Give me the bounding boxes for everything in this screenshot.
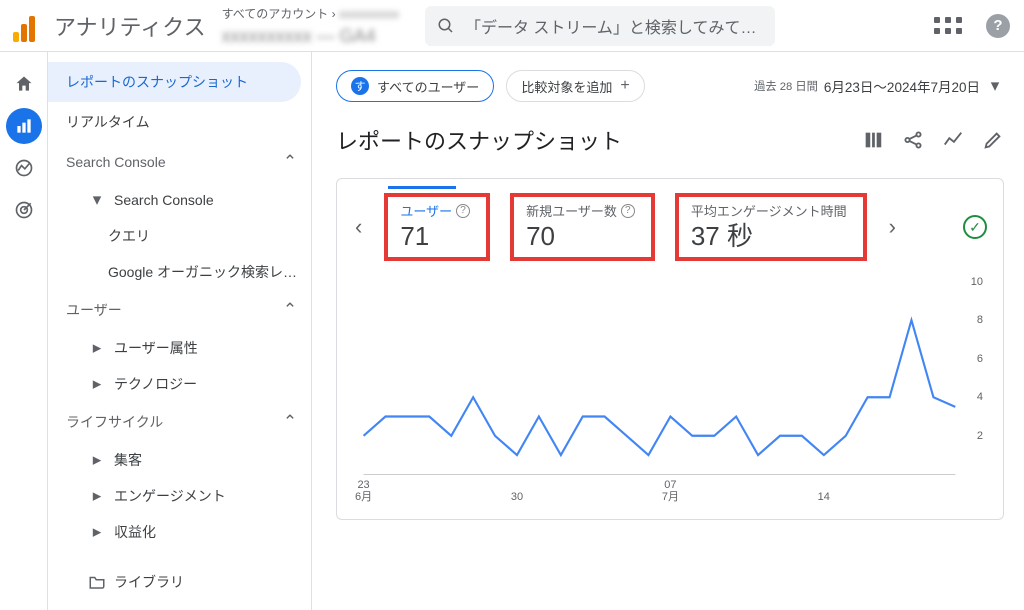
- status-ok-icon[interactable]: ✓: [963, 215, 987, 239]
- caret-right-icon: ▸: [88, 374, 106, 394]
- search-box[interactable]: 「データ ストリーム」と検索してみて…: [425, 6, 775, 46]
- sidebar-item-realtime[interactable]: リアルタイム: [48, 102, 301, 142]
- prev-arrow-icon[interactable]: ‹: [353, 214, 364, 240]
- sidebar-section-lifecycle[interactable]: ライフサイクル⌃: [48, 402, 311, 442]
- sidebar-item-engagement[interactable]: ▸エンゲージメント: [48, 478, 311, 514]
- top-bar: アナリティクス すべてのアカウント › xxxxxxxxxx xxxxxxxxx…: [0, 0, 1024, 52]
- compare-icon[interactable]: [862, 129, 884, 151]
- page-title: レポートのスナップショット: [336, 124, 622, 156]
- users-chart: 246810 236月30077月14: [353, 275, 987, 505]
- sidebar-item-library[interactable]: ライブラリ: [48, 564, 311, 600]
- folder-icon: [88, 573, 106, 591]
- sidebar-item-snapshot[interactable]: レポートのスナップショット: [48, 62, 301, 102]
- metric-new-users[interactable]: 新規ユーザー数? 70: [510, 193, 655, 261]
- plus-icon: +: [620, 77, 629, 95]
- metric-users[interactable]: ユーザー? 71: [384, 193, 490, 261]
- chevron-up-icon: ⌃: [281, 412, 299, 432]
- rail-reports-icon[interactable]: [6, 108, 42, 144]
- chevron-up-icon: ⌃: [281, 152, 299, 172]
- sidebar-item-queries[interactable]: クエリ: [48, 218, 311, 254]
- sidebar-item-organic[interactable]: Google オーガニック検索レ…: [48, 254, 311, 290]
- snapshot-card: ‹ ユーザー? 71 新規ユーザー数? 70 平均エンゲージメント時間 37 秒…: [336, 178, 1004, 520]
- chip-badge: す: [351, 77, 369, 95]
- search-icon: [437, 17, 455, 35]
- left-rail: [0, 52, 48, 610]
- account-selector[interactable]: すべてのアカウント › xxxxxxxxxx xxxxxxxxxx — GA4: [222, 5, 399, 47]
- product-name: アナリティクス: [54, 10, 206, 42]
- caret-right-icon: ▸: [88, 522, 106, 542]
- chip-all-users[interactable]: す すべてのユーザー: [336, 70, 494, 102]
- rail-advertising-icon[interactable]: [6, 192, 42, 228]
- caret-right-icon: ▸: [88, 338, 106, 358]
- sidebar-item-user-attributes[interactable]: ▸ユーザー属性: [48, 330, 311, 366]
- share-icon[interactable]: [902, 129, 924, 151]
- rail-explore-icon[interactable]: [6, 150, 42, 186]
- help-icon[interactable]: ?: [982, 10, 1014, 42]
- sidebar: レポートのスナップショット リアルタイム Search Console⌃ ▾Se…: [48, 52, 312, 610]
- caret-right-icon: ▸: [88, 450, 106, 470]
- ga-logo[interactable]: [8, 10, 40, 42]
- chevron-up-icon: ⌃: [281, 300, 299, 320]
- sidebar-group-search-console[interactable]: ▾Search Console: [48, 182, 311, 218]
- caret-right-icon: ▸: [88, 486, 106, 506]
- sidebar-section-search-console[interactable]: Search Console⌃: [48, 142, 311, 182]
- sidebar-item-monetization[interactable]: ▸収益化: [48, 514, 311, 550]
- sidebar-item-acquisition[interactable]: ▸集客: [48, 442, 311, 478]
- next-arrow-icon[interactable]: ›: [887, 214, 898, 240]
- caret-down-icon: ▾: [88, 190, 106, 210]
- search-placeholder: 「データ ストリーム」と検索してみて…: [465, 14, 757, 38]
- rail-home-icon[interactable]: [6, 66, 42, 102]
- sidebar-section-user[interactable]: ユーザー⌃: [48, 290, 311, 330]
- main-content: す すべてのユーザー 比較対象を追加+ 過去 28 日間 6月23日～2024年…: [312, 52, 1024, 610]
- sidebar-item-technology[interactable]: ▸テクノロジー: [48, 366, 311, 402]
- date-range-picker[interactable]: 過去 28 日間 6月23日～2024年7月20日 ▾: [754, 76, 1004, 96]
- help-icon: ?: [456, 204, 470, 218]
- edit-icon[interactable]: [982, 129, 1004, 151]
- chip-add-comparison[interactable]: 比較対象を追加+: [506, 70, 644, 102]
- metric-avg-engagement[interactable]: 平均エンゲージメント時間 37 秒: [675, 193, 867, 261]
- help-icon: ?: [621, 204, 635, 218]
- insights-icon[interactable]: [942, 129, 964, 151]
- apps-icon[interactable]: [932, 10, 964, 42]
- caret-down-icon: ▾: [986, 76, 1004, 96]
